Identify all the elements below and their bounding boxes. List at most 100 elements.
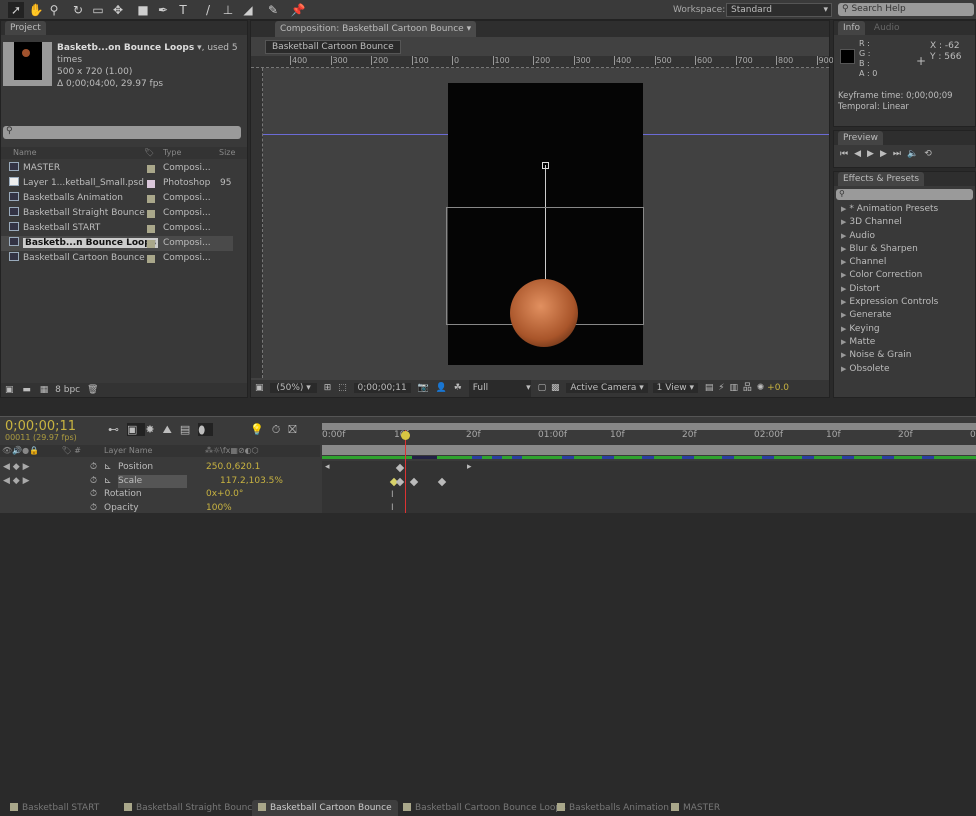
tab-project[interactable]: Project: [5, 21, 46, 35]
column-type[interactable]: Type: [163, 147, 181, 159]
property-row[interactable]: ⏱ Rotation 0x+0.0°: [0, 488, 320, 501]
tab-effects-presets[interactable]: Effects & Presets: [838, 172, 925, 186]
zoom-tool-icon[interactable]: ⚲: [46, 2, 62, 18]
effects-category[interactable]: ▶ Audio: [834, 230, 975, 243]
effects-category[interactable]: ▶ Noise & Grain: [834, 349, 975, 362]
scale-keyframe[interactable]: [409, 477, 419, 487]
camera-tool-icon[interactable]: ▭: [90, 2, 106, 18]
disclosure-triangle-icon[interactable]: ▶: [841, 311, 846, 319]
effects-category[interactable]: ▶ Blur & Sharpen: [834, 243, 975, 256]
bpc-button[interactable]: 8 bpc: [55, 385, 80, 395]
project-item[interactable]: Basketball Straight Bounce Composi...: [1, 206, 233, 221]
project-search-input[interactable]: ⚲: [3, 126, 241, 139]
scale-keyframe[interactable]: [437, 477, 447, 487]
first-frame-icon[interactable]: ⏮: [840, 149, 854, 159]
effects-category[interactable]: ▶ Matte: [834, 336, 975, 349]
disclosure-triangle-icon[interactable]: ▶: [841, 205, 846, 213]
disclosure-triangle-icon[interactable]: ▶: [841, 365, 846, 373]
draft-3d-icon[interactable]: ▣: [127, 423, 146, 436]
effects-category[interactable]: ▶ Expression Controls: [834, 296, 975, 309]
current-time-indicator[interactable]: [405, 430, 406, 513]
motion-blur-icon[interactable]: ▤: [180, 423, 198, 436]
rotation-tool-icon[interactable]: ↻: [70, 2, 86, 18]
project-item[interactable]: Basketballs Animation Composi...: [1, 191, 233, 206]
tab-preview[interactable]: Preview: [838, 131, 884, 145]
safe-zones-icon[interactable]: ⊞: [324, 383, 332, 393]
basketball-layer[interactable]: [510, 279, 578, 347]
transparency-grid-icon[interactable]: ▩: [551, 383, 560, 393]
disclosure-triangle-icon[interactable]: ▶: [841, 258, 846, 266]
audio-icon[interactable]: 🔈: [907, 149, 924, 159]
property-value[interactable]: 250.0,620.1: [206, 461, 260, 474]
timeline-tab[interactable]: Basketball Cartoon Bounce Loops: [397, 800, 572, 816]
property-row[interactable]: ◀ ◆ ▶ ⏱ ⊾ Scale 117.2,103.5%: [0, 474, 320, 488]
type-tool-icon[interactable]: T: [175, 2, 191, 18]
project-item[interactable]: Basketb...n Bounce Loops Composi...: [1, 236, 233, 251]
project-item[interactable]: Basketball START Composi...: [1, 221, 233, 236]
tab-info[interactable]: Info: [838, 21, 866, 35]
property-row[interactable]: ◀ ◆ ▶ ⏱ ⊾ Position 250.0,620.1: [0, 461, 320, 474]
keyframe-navigator[interactable]: ◀ ◆ ▶: [3, 475, 30, 488]
graph-editor-icon[interactable]: ⬮: [198, 423, 214, 436]
new-folder-icon[interactable]: ▬: [22, 385, 31, 395]
clone-stamp-tool-icon[interactable]: ⊥: [220, 2, 236, 18]
effects-category[interactable]: ▶ Color Correction: [834, 269, 975, 282]
project-item[interactable]: Basketball Cartoon Bounce Composi...: [1, 251, 233, 266]
rectangle-tool-icon[interactable]: ■: [135, 2, 151, 18]
magnification-select[interactable]: (50%) ▾: [270, 383, 317, 393]
property-value[interactable]: 0x+0.0°: [206, 488, 243, 501]
time-indicator-head[interactable]: [401, 431, 410, 440]
timeline-tab[interactable]: Basketball Cartoon Bounce: [252, 800, 398, 816]
work-area-bar[interactable]: [322, 445, 976, 455]
effects-category[interactable]: ▶ Keying: [834, 323, 975, 336]
effects-category[interactable]: ▶ Channel: [834, 256, 975, 269]
effects-search-input[interactable]: ⚲: [836, 189, 973, 200]
brainstorm-icon[interactable]: 💡: [250, 423, 272, 436]
brush-tool-icon[interactable]: /: [200, 2, 216, 18]
graph-icon[interactable]: ⊾: [104, 461, 112, 474]
column-size[interactable]: Size: [219, 147, 235, 159]
disclosure-triangle-icon[interactable]: ▶: [841, 338, 846, 346]
project-item[interactable]: Layer 1...ketball_Small.psd Photoshop 95: [1, 176, 233, 191]
position-keyframe-in[interactable]: ◂: [325, 462, 330, 472]
pan-behind-tool-icon[interactable]: ✥: [110, 2, 126, 18]
timeline-current-time[interactable]: 0;00;00;11: [5, 419, 76, 434]
frame-blending-icon[interactable]: ⛰: [163, 423, 180, 436]
effects-category[interactable]: ▶ * Animation Presets: [834, 203, 975, 216]
scale-keyframe[interactable]: [395, 477, 405, 487]
layer-name-header[interactable]: Layer Name: [104, 445, 152, 457]
region-of-interest-icon[interactable]: ▢: [538, 383, 547, 393]
timeline-tab[interactable]: Basketball START: [4, 800, 105, 816]
time-navigator[interactable]: [322, 423, 976, 430]
disclosure-triangle-icon[interactable]: ▶: [841, 232, 846, 240]
property-value[interactable]: 117.2,103.5%: [220, 475, 283, 488]
live-update-icon[interactable]: ⛝: [288, 423, 304, 436]
flowchart-icon[interactable]: 品: [743, 383, 752, 393]
eraser-tool-icon[interactable]: ◢: [240, 2, 256, 18]
hand-tool-icon[interactable]: ✋: [28, 2, 44, 18]
toggle-pixel-aspect-icon[interactable]: ▤: [705, 383, 714, 393]
fast-previews-icon[interactable]: ⚡: [718, 383, 724, 393]
disclosure-triangle-icon[interactable]: ▶: [841, 325, 846, 333]
timeline-tab[interactable]: Basketball Straight Bounce: [118, 800, 264, 816]
keyframe-navigator[interactable]: ◀ ◆ ▶: [3, 461, 30, 474]
stopwatch-icon[interactable]: ⏱: [90, 488, 97, 501]
comp-name[interactable]: Basketb...on Bounce Loops: [57, 43, 194, 53]
exposure-icon[interactable]: ✺: [757, 383, 765, 393]
disclosure-triangle-icon[interactable]: ▶: [841, 271, 846, 279]
disclosure-triangle-icon[interactable]: ▶: [841, 351, 846, 359]
loop-icon[interactable]: ⟲: [924, 149, 938, 159]
workspace-select[interactable]: Standard ▾: [726, 3, 832, 17]
position-keyframe[interactable]: [395, 463, 405, 473]
label-icon[interactable]: 🏷: [144, 147, 154, 159]
effects-category[interactable]: ▶ Generate: [834, 309, 975, 322]
anchor-handle[interactable]: [542, 162, 549, 169]
hide-shy-layers-icon[interactable]: ✸: [145, 423, 162, 436]
prev-frame-icon[interactable]: ◀: [854, 149, 867, 159]
effects-category[interactable]: ▶ 3D Channel: [834, 216, 975, 229]
show-snapshot-icon[interactable]: 👤: [436, 383, 447, 393]
channel-icon[interactable]: ☘: [454, 383, 462, 393]
selection-tool-icon[interactable]: ➚: [8, 2, 24, 18]
exposure-value[interactable]: +0.0: [767, 383, 789, 393]
always-preview-icon[interactable]: ▣: [255, 383, 264, 393]
